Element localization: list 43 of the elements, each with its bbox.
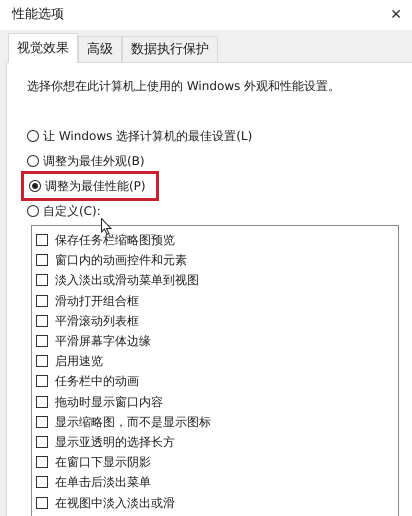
checkbox[interactable] (36, 355, 48, 368)
checkbox[interactable] (36, 436, 48, 448)
checkbox-label[interactable]: 平滑滚动列表框 (55, 314, 139, 327)
tab[interactable]: 高级 (78, 36, 122, 62)
checkbox[interactable] (36, 335, 48, 348)
radio-button[interactable] (27, 204, 39, 216)
radio-label[interactable]: 调整为最佳外观(B) (43, 152, 145, 170)
radio-label[interactable]: 让 Windows 选择计算机的最佳设置(L) (43, 126, 252, 144)
radio-button[interactable] (27, 130, 39, 142)
tab[interactable]: 数据执行保护 (122, 36, 218, 62)
window-title: 性能选项 (12, 6, 64, 24)
checkbox-label[interactable]: 任务栏中的动画 (55, 375, 139, 388)
checkbox-label[interactable]: 显示亚透明的选择长方 (55, 436, 175, 448)
checkbox-label[interactable]: 平滑屏幕字体边缘 (55, 335, 151, 348)
checkbox-label[interactable]: 在单击后淡出菜单 (55, 476, 151, 488)
checkbox[interactable] (36, 456, 48, 468)
checkbox[interactable] (36, 476, 48, 488)
checkbox[interactable] (36, 294, 48, 307)
radio-button[interactable] (27, 154, 39, 166)
checkbox[interactable] (36, 314, 48, 327)
description-text: 选择你想在此计算机上使用的 Windows 外观和性能设置。 (27, 78, 342, 95)
close-button[interactable]: ✕ (386, 4, 406, 26)
radio-label[interactable]: 自定义(C): (43, 202, 101, 220)
checkbox[interactable] (36, 375, 48, 388)
checkbox[interactable] (36, 274, 48, 286)
checkbox-label[interactable]: 显示缩略图，而不是显示图标 (55, 416, 211, 428)
checkbox[interactable] (36, 396, 48, 408)
checkbox-label[interactable]: 淡入淡出或滑动菜单到视图 (55, 274, 199, 286)
checkbox-label[interactable]: 在窗口下显示阴影 (55, 456, 151, 468)
checkbox-label[interactable]: 拖动时显示窗口内容 (55, 396, 163, 408)
checkbox[interactable] (36, 234, 48, 246)
checkbox-label[interactable]: 保存任务栏缩略图预览 (55, 234, 175, 246)
checkbox-label[interactable]: 启用速览 (55, 355, 103, 368)
cursor-icon (101, 218, 112, 235)
tab[interactable]: 视觉效果 (8, 33, 78, 63)
checkbox-label[interactable]: 滑动打开组合框 (55, 294, 139, 307)
checkbox-label[interactable]: 在视图中淡入淡出或滑 (55, 496, 175, 509)
checkbox[interactable] (36, 496, 48, 509)
radio-label[interactable]: 调整为最佳性能(P) (45, 176, 146, 194)
checkbox[interactable] (36, 254, 48, 266)
checkbox[interactable] (36, 416, 48, 428)
checkbox-label[interactable]: 窗口内的动画控件和元素 (55, 254, 187, 266)
radio-button[interactable] (29, 180, 41, 192)
